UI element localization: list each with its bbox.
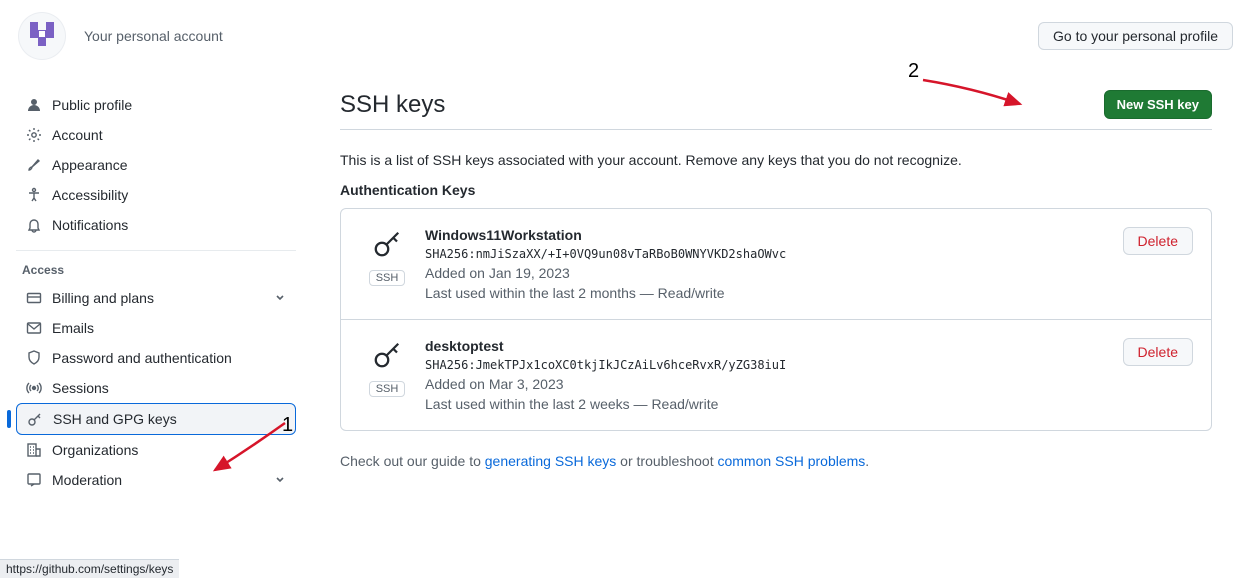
sidebar-item-account[interactable]: Account [16,120,296,150]
avatar[interactable] [18,12,66,60]
sidebar-item-label: Password and authentication [52,350,232,366]
report-icon [26,472,42,488]
sidebar-item-label: Appearance [52,157,128,173]
accessibility-icon [26,187,42,203]
sidebar-item-sessions[interactable]: Sessions [16,373,296,403]
status-bar-url: https://github.com/settings/keys [0,559,179,578]
sidebar-divider [16,250,296,251]
account-subtitle: Your personal account [84,28,223,44]
sidebar-item-label: Accessibility [52,187,128,203]
sidebar-item-label: Emails [52,320,94,336]
key-added: Added on Jan 19, 2023 [425,265,1123,281]
delete-key-button[interactable]: Delete [1123,227,1193,255]
gear-icon [26,127,42,143]
key-icon [372,340,402,373]
sidebar-item-billing[interactable]: Billing and plans [16,283,296,313]
chevron-down-icon [274,290,286,306]
main-content: SSH keys New SSH key This is a list of S… [312,68,1232,495]
annotation-2-label: 2 [908,60,919,83]
sidebar-item-label: Account [52,127,103,143]
ssh-badge: SSH [369,381,406,397]
sidebar-item-notifications[interactable]: Notifications [16,210,296,240]
sidebar-item-label: Organizations [52,442,138,458]
broadcast-icon [26,380,42,396]
ssh-badge: SSH [369,270,406,286]
sidebar-item-moderation[interactable]: Moderation [16,465,296,495]
sidebar-item-label: Public profile [52,97,132,113]
ssh-key-row: SSH desktoptest SHA256:JmekTPJx1coXC0tkj… [341,320,1211,430]
annotation-1-label: 1 [282,414,293,437]
auth-keys-heading: Authentication Keys [340,182,1212,198]
key-last-used: Last used within the last 2 months — Rea… [425,285,1123,301]
sidebar-item-accessibility[interactable]: Accessibility [16,180,296,210]
generating-ssh-keys-link[interactable]: generating SSH keys [485,453,617,469]
sidebar-item-label: Sessions [52,380,109,396]
chevron-down-icon [274,472,286,488]
sidebar-item-emails[interactable]: Emails [16,313,296,343]
settings-sidebar: Public profile Account Appearance Access… [16,68,312,495]
sidebar-item-appearance[interactable]: Appearance [16,150,296,180]
new-ssh-key-button[interactable]: New SSH key [1104,90,1212,119]
delete-key-button[interactable]: Delete [1123,338,1193,366]
key-icon [372,229,402,262]
key-name: Windows11Workstation [425,227,1123,243]
go-to-profile-button[interactable]: Go to your personal profile [1038,22,1233,50]
ssh-key-list: SSH Windows11Workstation SHA256:nmJiSzaX… [340,208,1212,431]
key-fingerprint: SHA256:nmJiSzaXX/+I+0VQ9un08vTaRBoB0WNYV… [425,247,1123,261]
mail-icon [26,320,42,336]
common-ssh-problems-link[interactable]: common SSH problems [717,453,865,469]
page-title: SSH keys [340,91,445,119]
organization-icon [26,442,42,458]
sidebar-item-label: SSH and GPG keys [53,411,177,427]
sidebar-item-ssh-gpg-keys[interactable]: SSH and GPG keys [16,403,296,435]
avatar-image [26,20,58,52]
shield-icon [26,350,42,366]
person-icon [26,97,42,113]
sidebar-item-password[interactable]: Password and authentication [16,343,296,373]
key-fingerprint: SHA256:JmekTPJx1coXC0tkjIkJCzAiLv6hceRvx… [425,358,1123,372]
sidebar-item-public-profile[interactable]: Public profile [16,90,296,120]
brush-icon [26,157,42,173]
ssh-description: This is a list of SSH keys associated wi… [340,152,1212,168]
key-last-used: Last used within the last 2 weeks — Read… [425,396,1123,412]
key-icon [27,411,43,427]
sidebar-item-label: Notifications [52,217,128,233]
key-name: desktoptest [425,338,1123,354]
sidebar-item-label: Moderation [52,472,122,488]
sidebar-item-organizations[interactable]: Organizations [16,435,296,465]
credit-card-icon [26,290,42,306]
sidebar-item-label: Billing and plans [52,290,154,306]
key-added: Added on Mar 3, 2023 [425,376,1123,392]
bell-icon [26,217,42,233]
sidebar-group-access: Access [16,263,296,283]
ssh-key-row: SSH Windows11Workstation SHA256:nmJiSzaX… [341,209,1211,320]
footer-note: Check out our guide to generating SSH ke… [340,453,1212,469]
